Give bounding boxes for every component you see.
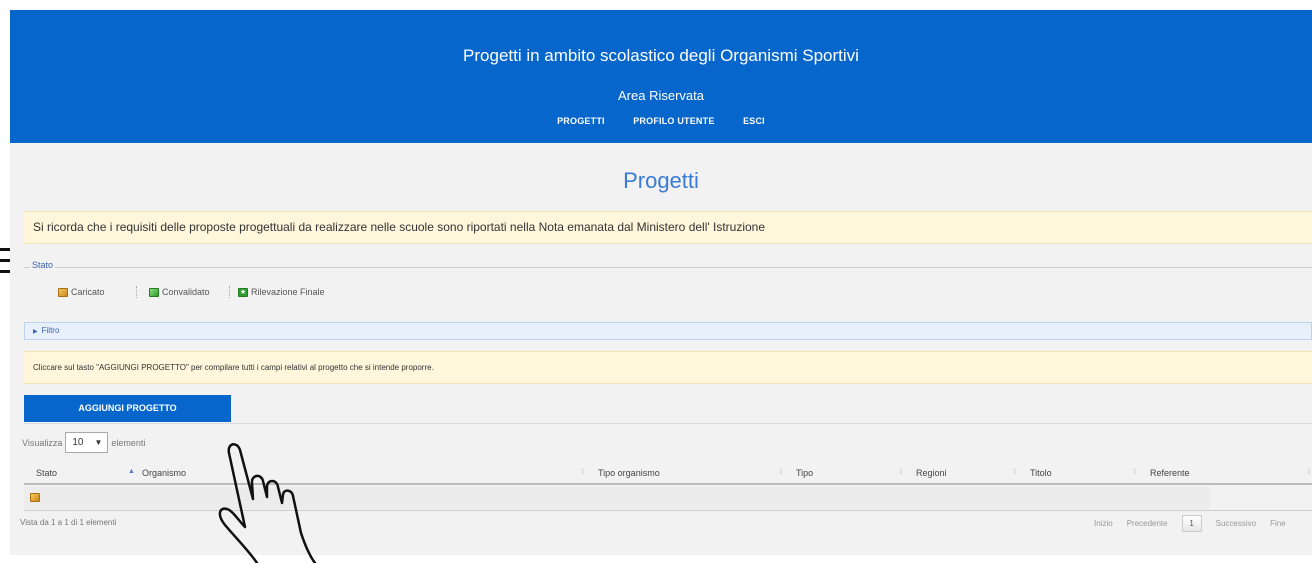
pager-first[interactable]: Inizio [1094, 519, 1113, 528]
sort-icon[interactable]: ⇳ [580, 468, 586, 476]
col-referente[interactable]: Referente [1150, 468, 1190, 478]
stato-convalidato: Convalidato [149, 287, 210, 297]
nav-profilo-utente[interactable]: PROFILO UTENTE [633, 116, 714, 126]
stato-legend-title: Stato [30, 260, 56, 270]
stato-rilevazione-finale: ★ Rilevazione Finale [238, 287, 325, 297]
col-organismo[interactable]: Organismo [142, 468, 186, 478]
nav-esci[interactable]: ESCI [743, 116, 765, 126]
sort-asc-icon[interactable]: ▲ [128, 468, 135, 475]
page-length-select[interactable]: 10 ▼ [65, 432, 109, 453]
stato-convalidato-label: Convalidato [162, 287, 210, 297]
col-regioni[interactable]: Regioni [916, 468, 947, 478]
sort-icon[interactable]: ⇳ [898, 468, 904, 476]
green-folder-icon [149, 287, 159, 297]
add-project-info: Cliccare sul tasto "AGGIUNGI PROGETTO" p… [24, 351, 1312, 384]
area-subtitle: Area Riservata [618, 88, 704, 103]
divider [24, 423, 1312, 424]
pagination: Inizio Precedente 1 Successivo Fine [1094, 515, 1286, 532]
page-length-control: Visualizza 10 ▼ elementi [22, 432, 145, 453]
filtro-toggle[interactable]: ▶ Filtro [24, 322, 1312, 340]
triangle-right-icon: ▶ [33, 329, 38, 335]
pager-next[interactable]: Successivo [1216, 519, 1256, 528]
divider [229, 286, 230, 298]
requirements-notice: Si ricorda che i requisiti delle propost… [24, 211, 1312, 244]
sort-icon[interactable]: ⇳ [1012, 468, 1018, 476]
green-star-icon: ★ [238, 287, 248, 297]
page-length-value: 10 [72, 437, 84, 448]
nav-progetti[interactable]: PROGETTI [557, 116, 605, 126]
sort-icon[interactable]: ⇳ [1306, 468, 1312, 476]
col-titolo[interactable]: Titolo [1030, 468, 1052, 478]
col-stato[interactable]: Stato [36, 468, 57, 478]
pager-last[interactable]: Fine [1270, 519, 1286, 528]
stato-caricato-label: Caricato [71, 287, 105, 297]
main-nav: PROGETTI PROFILO UTENTE ESCI [10, 116, 1312, 126]
sort-icon[interactable]: ⇳ [778, 468, 784, 476]
app-title: Progetti in ambito scolastico degli Orga… [463, 46, 859, 65]
pointing-hand-icon [218, 443, 317, 563]
pager-page-1[interactable]: 1 [1181, 515, 1202, 532]
col-tipo[interactable]: Tipo [796, 468, 813, 478]
table-row[interactable] [24, 487, 1211, 509]
page-title: Progetti [623, 168, 699, 193]
chevron-down-icon: ▼ [94, 438, 103, 447]
site-header: Progetti in ambito scolastico degli Orga… [10, 10, 1312, 143]
divider [136, 286, 137, 298]
add-project-button[interactable]: AGGIUNGI PROGETTO [24, 395, 231, 422]
visualizza-label: Visualizza [22, 437, 63, 448]
sort-icon[interactable]: ⇳ [1132, 468, 1138, 476]
orange-folder-icon [58, 287, 68, 297]
orange-folder-icon [30, 493, 40, 502]
table-info: Vista da 1 a 1 di 1 elementi [20, 518, 117, 527]
stato-caricato: Caricato [58, 287, 105, 297]
pager-prev[interactable]: Precedente [1127, 519, 1168, 528]
filtro-label: Filtro [41, 326, 60, 335]
col-tipo-organismo[interactable]: Tipo organismo [598, 468, 660, 478]
elementi-label: elementi [111, 437, 146, 448]
stato-legend: Stato Caricato Convalidato ★ Rilevazione… [24, 260, 1312, 309]
stato-rilevazione-label: Rilevazione Finale [251, 287, 325, 297]
